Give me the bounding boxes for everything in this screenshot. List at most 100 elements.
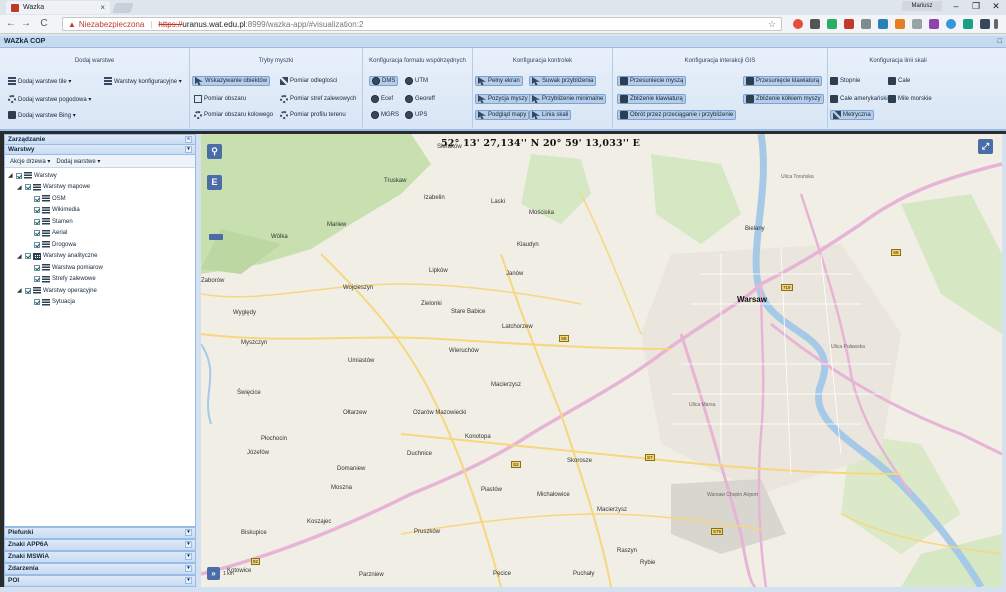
extension-icon[interactable] bbox=[861, 19, 871, 29]
overview-map-toggle-button[interactable]: Podgląd mapy bbox=[475, 110, 530, 120]
measure-flood-zones-button[interactable]: Pomiar stref zalewowych bbox=[280, 94, 356, 104]
layer-visibility-checkbox[interactable] bbox=[34, 299, 40, 306]
extension-icon[interactable] bbox=[827, 19, 837, 29]
tree-node[interactable]: ◢ Warstwy bbox=[8, 170, 195, 182]
expand-icon[interactable]: ▾ bbox=[185, 529, 192, 536]
map-view[interactable]: 52° 13' 27,134'' N 20° 59' 13,033'' E ⚲ … bbox=[201, 134, 1002, 587]
extension-icon[interactable] bbox=[878, 19, 888, 29]
expand-icon[interactable]: ▾ bbox=[185, 541, 192, 548]
scale-nautical-miles-button[interactable]: Mile morskie bbox=[888, 94, 932, 104]
layer-visibility-checkbox[interactable] bbox=[34, 195, 40, 202]
add-bing-layer-button[interactable]: Dodaj warstwe Bing ▾ bbox=[8, 110, 76, 120]
forward-button[interactable]: → bbox=[20, 17, 32, 31]
extension-icon[interactable] bbox=[895, 19, 905, 29]
panel-app6a[interactable]: Znaki APP6A ▾ bbox=[4, 539, 196, 551]
layer-visibility-checkbox[interactable] bbox=[34, 276, 40, 283]
format-dms-button[interactable]: DMS bbox=[369, 76, 399, 86]
measure-circle-area-button[interactable]: Pomiar obszaru kolowego bbox=[194, 110, 273, 120]
panel-plefunki[interactable]: Plefunki ▾ bbox=[4, 527, 196, 539]
extension-icon[interactable] bbox=[946, 19, 956, 29]
minimize-button[interactable]: – bbox=[946, 0, 966, 12]
extension-icon[interactable] bbox=[980, 19, 990, 29]
tree-node[interactable]: Warstwa pomiarow bbox=[8, 262, 195, 274]
mouse-pan-button[interactable]: Przesuniecie myszą bbox=[617, 76, 687, 86]
mouse-position-toggle-button[interactable]: Pozycja myszy bbox=[475, 94, 531, 104]
tree-node[interactable]: ◢ Warstwy analityczne bbox=[8, 251, 195, 263]
panel-poi[interactable]: POI ▾ bbox=[4, 575, 196, 587]
fullscreen-toggle-button[interactable]: Pełny ekran bbox=[475, 76, 523, 86]
tree-node[interactable]: Wikimedia bbox=[8, 205, 195, 217]
extension-icon[interactable] bbox=[912, 19, 922, 29]
panel-events[interactable]: Zdarzenia ▾ bbox=[4, 563, 196, 575]
select-objects-button[interactable]: Wskazywanie obiektów bbox=[192, 76, 271, 86]
expand-icon[interactable]: ▾ bbox=[185, 565, 192, 572]
zoom-slider-toggle-button[interactable]: Suwak przybliżenia bbox=[529, 76, 597, 86]
tree-node[interactable]: Aerial bbox=[8, 228, 195, 240]
config-layers-button[interactable]: Warstwy konfiguracyjne ▾ bbox=[104, 76, 182, 86]
add-tile-layer-button[interactable]: Dodaj warstwe tile ▾ bbox=[8, 76, 71, 86]
tree-node[interactable]: Stamen bbox=[8, 216, 195, 228]
close-window-button[interactable]: ✕ bbox=[986, 0, 1006, 12]
layer-visibility-checkbox[interactable] bbox=[34, 241, 40, 248]
browser-tab[interactable]: Wazka × bbox=[6, 1, 110, 14]
address-bar[interactable]: ▲ Niezabezpieczona | https:// uranus.wat… bbox=[62, 17, 782, 31]
layer-visibility-checkbox[interactable] bbox=[16, 172, 22, 179]
format-ecef-button[interactable]: Ecef bbox=[371, 94, 393, 104]
maximize-button[interactable]: ❐ bbox=[966, 0, 986, 12]
bookmark-star-icon[interactable]: ☆ bbox=[768, 19, 776, 30]
layer-visibility-checkbox[interactable] bbox=[34, 207, 40, 214]
management-panel-header[interactable]: Zarządzanie « bbox=[5, 135, 195, 145]
terrain-profile-button[interactable]: Pomiar profilu terenu bbox=[280, 110, 346, 120]
overview-map-toggle-button[interactable]: » bbox=[207, 567, 220, 580]
back-button[interactable]: ← bbox=[5, 17, 17, 31]
opera-extension-icon[interactable] bbox=[793, 19, 803, 29]
scale-metric-button[interactable]: Metryczna bbox=[830, 110, 874, 120]
tree-node[interactable]: ◢ Warstwy operacyjne bbox=[8, 285, 195, 297]
layer-visibility-checkbox[interactable] bbox=[25, 253, 31, 260]
tree-node[interactable]: Sytuacja bbox=[8, 297, 195, 309]
scale-line-toggle-button[interactable]: Linia skali bbox=[529, 110, 572, 120]
scale-degrees-button[interactable]: Stopnie bbox=[830, 76, 860, 86]
collapse-icon[interactable]: ▾ bbox=[185, 146, 192, 153]
tree-node[interactable]: ◢ Warstwy mapowe bbox=[8, 182, 195, 194]
map-e-button[interactable]: E bbox=[207, 175, 222, 190]
reload-button[interactable]: C bbox=[38, 17, 50, 31]
tree-node[interactable]: Drogowa bbox=[8, 239, 195, 251]
keyboard-zoom-button[interactable]: Zbliżenie klawiaturą bbox=[617, 94, 686, 104]
browser-menu-icon[interactable] bbox=[994, 19, 998, 29]
add-layer-menu[interactable]: Dodaj warstwe ▾ bbox=[56, 158, 100, 165]
browser-user-badge[interactable]: Mariusz bbox=[902, 1, 942, 11]
extension-icon[interactable] bbox=[810, 19, 820, 29]
tree-expand-icon[interactable]: ◢ bbox=[17, 184, 23, 191]
measure-area-button[interactable]: Pomiar obszaru bbox=[194, 94, 246, 104]
tree-expand-icon[interactable]: ◢ bbox=[17, 253, 23, 260]
expand-icon[interactable]: ▾ bbox=[185, 577, 192, 584]
tree-node[interactable]: OSM bbox=[8, 193, 195, 205]
format-ups-button[interactable]: UPS bbox=[405, 110, 427, 120]
layers-panel-header[interactable]: Warstwy ▾ bbox=[5, 145, 195, 155]
tree-actions-menu[interactable]: Akcje drzewa ▾ bbox=[10, 158, 50, 165]
keyboard-pan-button[interactable]: Przesunięcie klawiaturą bbox=[743, 76, 823, 86]
add-weather-layer-button[interactable]: Dodaj warstwe pogodowa ▾ bbox=[8, 94, 91, 104]
layer-visibility-checkbox[interactable] bbox=[25, 184, 31, 191]
wheel-zoom-button[interactable]: Zbliżenie kółkiem myszy bbox=[743, 94, 824, 104]
scale-us-inches-button[interactable]: Cale amerykańskie bbox=[830, 94, 891, 104]
scale-inches-button[interactable]: Cale bbox=[888, 76, 910, 86]
app-header-maximize-icon[interactable]: □ bbox=[998, 36, 1002, 48]
format-mgrs-button[interactable]: MGRS bbox=[371, 110, 399, 120]
extension-icon[interactable] bbox=[844, 19, 854, 29]
map-search-button[interactable]: ⚲ bbox=[207, 144, 222, 159]
map-fullscreen-button[interactable]: ⤢ bbox=[978, 139, 993, 154]
expand-icon[interactable]: ▾ bbox=[185, 553, 192, 560]
format-utm-button[interactable]: UTM bbox=[405, 76, 428, 86]
tree-expand-icon[interactable]: ◢ bbox=[17, 287, 23, 294]
measure-distance-button[interactable]: Pomiar odleglości bbox=[280, 76, 337, 86]
layer-visibility-checkbox[interactable] bbox=[34, 230, 40, 237]
format-georeff-button[interactable]: Georeff bbox=[405, 94, 435, 104]
tab-close-icon[interactable]: × bbox=[100, 3, 105, 12]
min-zoom-toggle-button[interactable]: Przybliżenie minimalne bbox=[529, 94, 607, 104]
layer-visibility-checkbox[interactable] bbox=[25, 287, 31, 294]
tree-expand-icon[interactable]: ◢ bbox=[8, 172, 14, 179]
collapse-icon[interactable]: « bbox=[185, 136, 192, 143]
layer-visibility-checkbox[interactable] bbox=[34, 218, 40, 225]
